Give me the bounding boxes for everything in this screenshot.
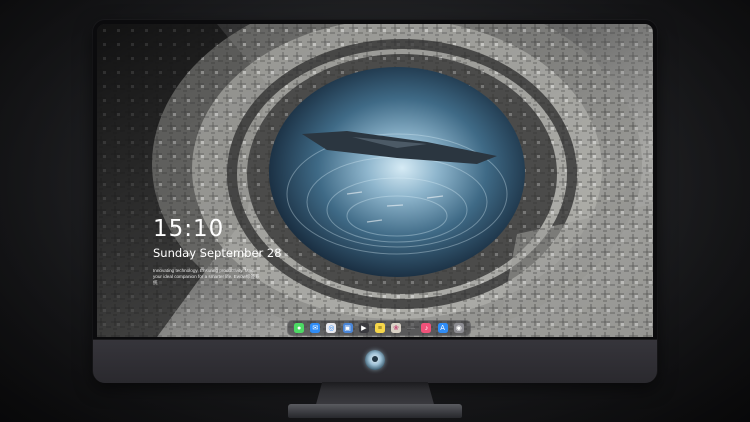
clock-time: 15:10 — [153, 216, 225, 242]
monitor: 15:10 Sunday September 28 Innovating tec… — [93, 20, 657, 383]
monitor-chin — [93, 339, 657, 383]
preview-icon[interactable]: ▣ — [342, 323, 353, 333]
brand-logo-icon — [365, 350, 385, 370]
app-store-icon[interactable]: A — [437, 323, 448, 333]
camera-icon[interactable]: ◉ — [453, 323, 464, 333]
screen: 15:10 Sunday September 28 Innovating tec… — [97, 24, 653, 337]
clapper-icon[interactable]: ▶ — [358, 323, 369, 333]
dock: ● ✉ ◎ ▣ ▶ ≡ ❀ ♪ A ◉ — [287, 320, 471, 336]
messages-icon[interactable]: ● — [294, 323, 305, 333]
photos-icon[interactable]: ❀ — [391, 323, 402, 333]
tagline-text: Innovating technology, Ensuring producti… — [153, 268, 260, 285]
music-icon[interactable]: ♪ — [421, 323, 432, 333]
wallpaper — [97, 24, 653, 337]
mail-icon[interactable]: ✉ — [310, 323, 321, 333]
monitor-base — [288, 404, 462, 418]
safari-icon[interactable]: ◎ — [326, 323, 337, 333]
lock-clock: 15:10 Sunday September 28 Innovating tec… — [153, 216, 282, 286]
notes-icon[interactable]: ≡ — [374, 323, 385, 333]
dock-separator — [407, 327, 416, 329]
clock-date: Sunday September 28 — [153, 246, 282, 260]
